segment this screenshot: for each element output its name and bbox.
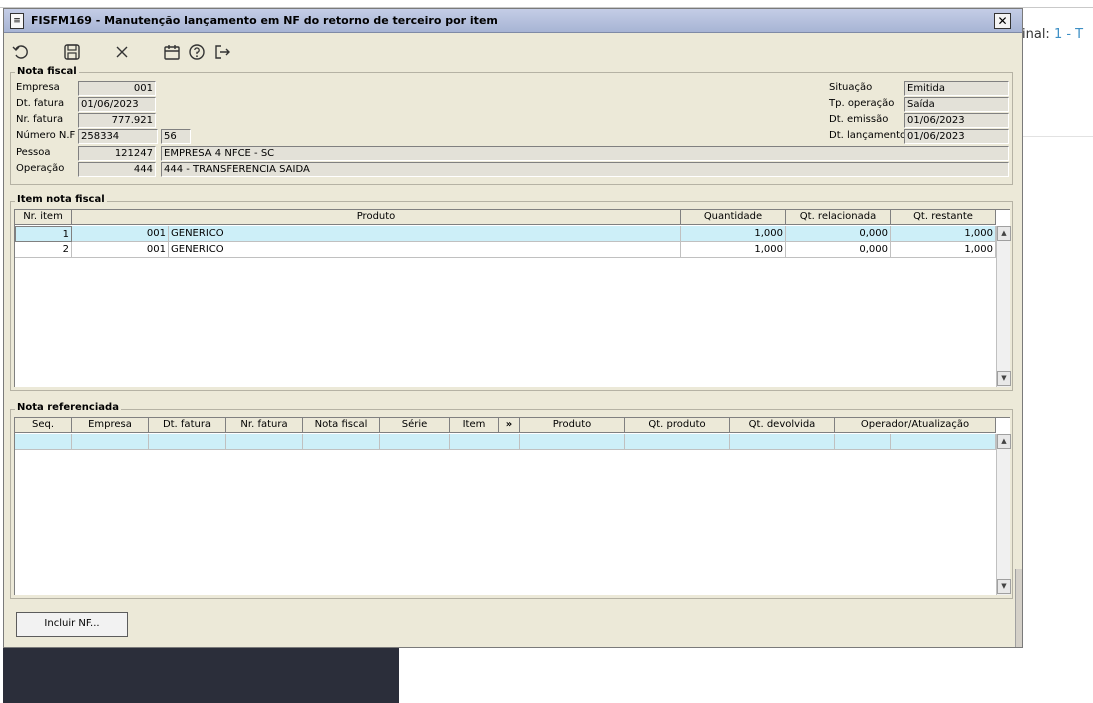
operacao-code-field[interactable]: 444 xyxy=(78,162,156,177)
tp-operacao-field: Saída xyxy=(904,97,1009,112)
tp-operacao-label: Tp. operação xyxy=(829,98,895,109)
exit-icon[interactable] xyxy=(213,43,231,61)
ref-cell[interactable] xyxy=(835,434,891,450)
operacao-name-field: 444 - TRANSFERENCIA SAIDA xyxy=(161,162,1009,177)
table-row[interactable]: 2 001 GENERICO 1,000 0,000 1,000 xyxy=(15,242,996,258)
cancel-icon[interactable] xyxy=(113,43,131,61)
ref-cell[interactable] xyxy=(520,434,625,450)
row-codigo[interactable]: 001 xyxy=(72,242,169,258)
item-nota-title: Item nota fiscal xyxy=(15,194,107,205)
col-seq[interactable]: Seq. xyxy=(15,418,72,433)
row-quantidade[interactable]: 1,000 xyxy=(681,226,786,242)
item-nota-grid: Nr. item Produto Quantidade Qt. relacion… xyxy=(14,209,1011,387)
numero-nf-label: Número N.F xyxy=(16,130,76,141)
numero-nf-field[interactable]: 258334 xyxy=(78,129,158,144)
situacao-label: Situação xyxy=(829,82,873,93)
background-top-edge xyxy=(0,0,1093,8)
nota-fiscal-title: Nota fiscal xyxy=(15,66,79,77)
scroll-down-button[interactable]: ▼ xyxy=(997,579,1011,594)
title-bar[interactable]: ≡ FISFM169 - Manutenção lançamento em NF… xyxy=(4,9,1022,33)
scroll-up-button[interactable]: ▲ xyxy=(997,226,1011,241)
col-qt-devolvida[interactable]: Qt. devolvida xyxy=(730,418,835,433)
ref-cell[interactable] xyxy=(149,434,226,450)
empresa-label: Empresa xyxy=(16,82,60,93)
ref-cell[interactable] xyxy=(450,434,520,450)
row-qt-restante[interactable]: 1,000 xyxy=(891,242,996,258)
col-nota-fiscal[interactable]: Nota fiscal xyxy=(303,418,380,433)
ref-cell[interactable] xyxy=(303,434,380,450)
row-produto[interactable]: GENERICO xyxy=(169,242,681,258)
col-operador-atualizacao[interactable]: Operador/Atualização xyxy=(835,418,996,433)
pessoa-name-field: EMPRESA 4 NFCE - SC xyxy=(161,146,1009,161)
ref-cell[interactable] xyxy=(226,434,303,450)
close-button[interactable]: ✕ xyxy=(994,13,1011,29)
dt-lancamento-field: 01/06/2023 xyxy=(904,129,1009,144)
nota-ref-scrollbar[interactable]: ▲ ▼ xyxy=(996,434,1011,595)
row-produto[interactable]: GENERICO xyxy=(169,226,681,242)
ref-cell[interactable] xyxy=(730,434,835,450)
col-nr-fatura[interactable]: Nr. fatura xyxy=(226,418,303,433)
ref-cell[interactable] xyxy=(380,434,450,450)
background-divider xyxy=(1022,136,1093,137)
situacao-field: Emitida xyxy=(904,81,1009,96)
document-icon: ≡ xyxy=(10,13,24,29)
ref-cell[interactable] xyxy=(72,434,149,450)
ref-cell[interactable] xyxy=(891,434,996,450)
pessoa-code-field[interactable]: 121247 xyxy=(78,146,156,161)
dt-emissao-field: 01/06/2023 xyxy=(904,113,1009,128)
background-terminal-text: inal: 1 - T xyxy=(1022,27,1083,42)
col-item[interactable]: Item xyxy=(450,418,499,433)
row-qt-relacionada[interactable]: 0,000 xyxy=(786,242,891,258)
col-empresa[interactable]: Empresa xyxy=(72,418,149,433)
dt-lancamento-label: Dt. lançamento xyxy=(829,130,907,141)
row-qt-relacionada[interactable]: 0,000 xyxy=(786,226,891,242)
background-terminal-link[interactable]: 1 - T xyxy=(1054,27,1083,42)
col-qt-relacionada[interactable]: Qt. relacionada xyxy=(786,210,891,225)
dt-emissao-label: Dt. emissão xyxy=(829,114,889,125)
window-resize-strip[interactable] xyxy=(1015,569,1022,647)
calendar-icon[interactable] xyxy=(163,43,181,61)
col-quantidade[interactable]: Quantidade xyxy=(681,210,786,225)
row-nr-item[interactable]: 1 xyxy=(15,226,72,242)
dialog-window: ≡ FISFM169 - Manutenção lançamento em NF… xyxy=(3,8,1023,648)
col-nr-item[interactable]: Nr. item xyxy=(15,210,72,225)
ref-cell[interactable] xyxy=(15,434,72,450)
scroll-down-button[interactable]: ▼ xyxy=(997,371,1011,386)
background-terminal-label: inal: xyxy=(1022,27,1054,42)
dt-fatura-label: Dt. fatura xyxy=(16,98,65,109)
row-quantidade[interactable]: 1,000 xyxy=(681,242,786,258)
col-produto[interactable]: Produto xyxy=(72,210,681,225)
col-dt-fatura[interactable]: Dt. fatura xyxy=(149,418,226,433)
nr-fatura-label: Nr. fatura xyxy=(16,114,64,125)
pessoa-label: Pessoa xyxy=(16,147,51,158)
table-row[interactable]: 1 001 GENERICO 1,000 0,000 1,000 xyxy=(15,226,996,242)
col-qt-produto[interactable]: Qt. produto xyxy=(625,418,730,433)
item-nota-scrollbar[interactable]: ▲ ▼ xyxy=(996,226,1011,387)
background-dark-panel xyxy=(3,645,399,703)
empresa-field[interactable]: 001 xyxy=(78,81,156,96)
nr-fatura-field[interactable]: 777.921 xyxy=(78,113,156,128)
save-icon[interactable] xyxy=(63,43,81,61)
ref-cell[interactable] xyxy=(625,434,730,450)
nota-ref-grid: Seq. Empresa Dt. fatura Nr. fatura Nota … xyxy=(14,417,1011,595)
col-produto-ref[interactable]: Produto xyxy=(520,418,625,433)
dt-fatura-field[interactable]: 01/06/2023 xyxy=(78,97,156,112)
nota-ref-title: Nota referenciada xyxy=(15,402,121,413)
serie-field[interactable]: 56 xyxy=(161,129,191,144)
undo-icon[interactable] xyxy=(12,43,30,61)
incluir-nf-button[interactable]: Incluir NF... xyxy=(16,612,128,637)
table-row[interactable] xyxy=(15,434,996,450)
operacao-label: Operação xyxy=(16,163,65,174)
col-qt-restante[interactable]: Qt. restante xyxy=(891,210,996,225)
col-serie[interactable]: Série xyxy=(380,418,450,433)
expand-columns-button[interactable]: » xyxy=(499,418,520,433)
row-codigo[interactable]: 001 xyxy=(72,226,169,242)
row-nr-item[interactable]: 2 xyxy=(15,242,72,258)
row-qt-restante[interactable]: 1,000 xyxy=(891,226,996,242)
scroll-up-button[interactable]: ▲ xyxy=(997,434,1011,449)
help-icon[interactable] xyxy=(188,43,206,61)
window-title: FISFM169 - Manutenção lançamento em NF d… xyxy=(31,14,498,27)
